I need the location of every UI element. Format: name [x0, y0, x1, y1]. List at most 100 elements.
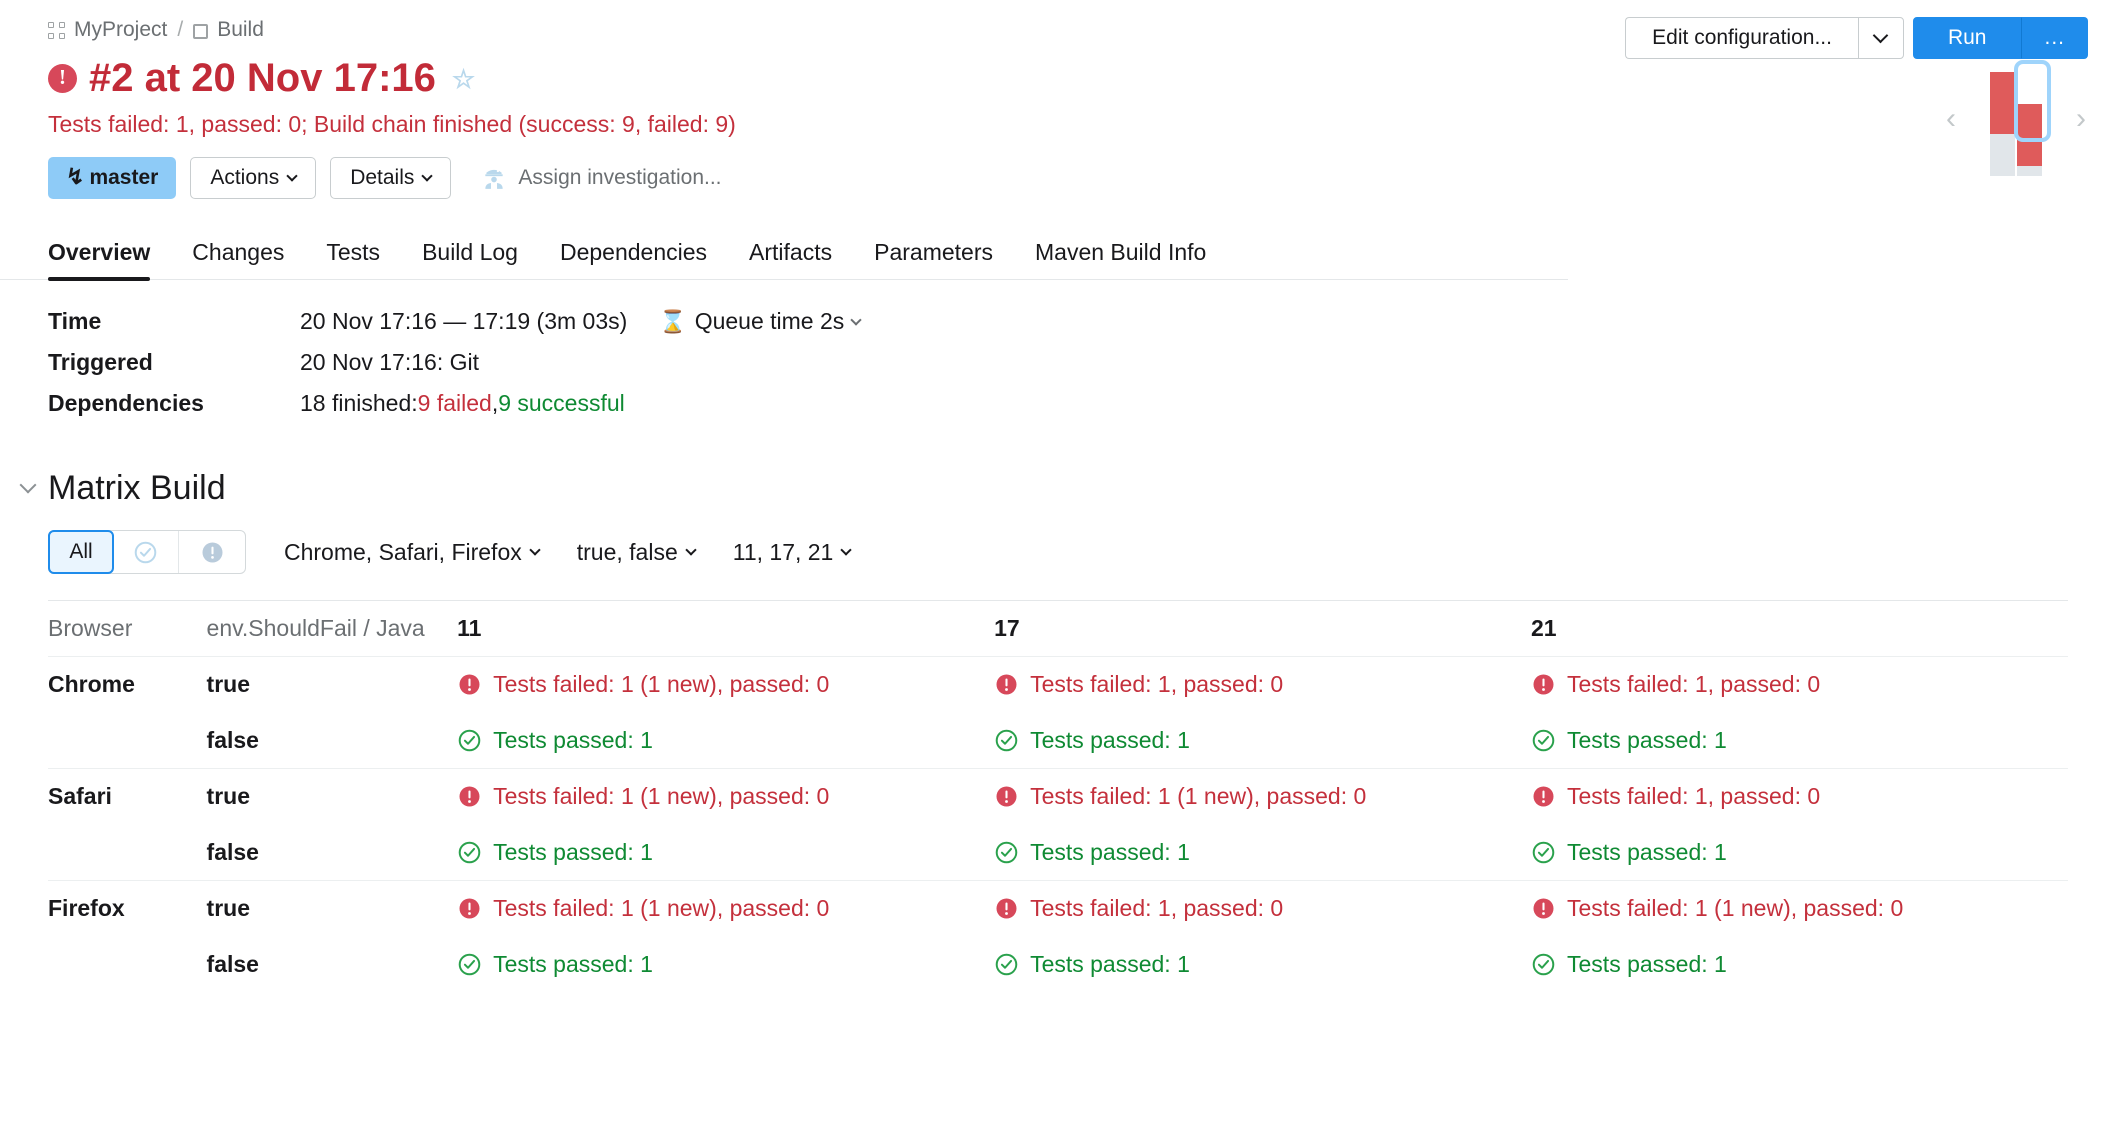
chevron-left-icon[interactable]: ‹: [1946, 104, 1956, 134]
cell-result: Tests passed: 1: [994, 825, 1531, 881]
cell-result: Tests passed: 1: [457, 713, 994, 769]
matrix-result-link[interactable]: Tests failed: 1, passed: 0: [1531, 671, 2068, 698]
matrix-result-link[interactable]: Tests passed: 1: [994, 951, 1531, 978]
dependencies-successful-link[interactable]: 9 successful: [498, 390, 625, 417]
matrix-result-text: Tests passed: 1: [1030, 839, 1190, 866]
branch-button[interactable]: ↯ master: [48, 157, 176, 199]
table-row: ChrometrueTests failed: 1 (1 new), passe…: [48, 657, 2068, 713]
filter-java[interactable]: 11, 17, 21: [733, 539, 851, 566]
chevron-right-icon[interactable]: ›: [2076, 104, 2086, 134]
matrix-result-link[interactable]: Tests passed: 1: [1531, 839, 2068, 866]
cell-shouldfail: true: [207, 881, 458, 937]
cell-result: Tests passed: 1: [1531, 937, 2068, 993]
table-row: falseTests passed: 1Tests passed: 1Tests…: [48, 713, 2068, 769]
tab-maven-build-info[interactable]: Maven Build Info: [1014, 233, 1227, 279]
cell-shouldfail: false: [207, 937, 458, 993]
matrix-build-header: Matrix Build: [22, 469, 2110, 508]
tab-parameters[interactable]: Parameters: [853, 233, 1014, 279]
sparkline-bars: [1990, 66, 2050, 176]
matrix-result-link[interactable]: Tests passed: 1: [994, 727, 1531, 754]
edit-configuration-dropdown-button[interactable]: [1858, 17, 1904, 59]
matrix-result-link[interactable]: Tests failed: 1, passed: 0: [994, 671, 1531, 698]
status-filter-all[interactable]: All: [48, 530, 114, 574]
assign-investigation-button[interactable]: Assign investigation...: [481, 165, 721, 191]
matrix-result-link[interactable]: Tests passed: 1: [1531, 727, 2068, 754]
star-icon[interactable]: ☆: [452, 65, 475, 94]
tab-dependencies[interactable]: Dependencies: [539, 233, 728, 279]
check-circle-icon: [457, 840, 482, 865]
matrix-result-text: Tests passed: 1: [1567, 951, 1727, 978]
triggered-label: Triggered: [48, 349, 300, 376]
cell-shouldfail: false: [207, 825, 458, 881]
matrix-result-link[interactable]: Tests failed: 1, passed: 0: [994, 895, 1531, 922]
check-circle-icon: [1531, 728, 1556, 753]
table-row: falseTests passed: 1Tests passed: 1Tests…: [48, 825, 2068, 881]
matrix-result-link[interactable]: Tests passed: 1: [457, 951, 994, 978]
matrix-result-link[interactable]: Tests passed: 1: [457, 727, 994, 754]
matrix-result-text: Tests passed: 1: [493, 727, 653, 754]
hourglass-icon: ⌛: [659, 309, 686, 335]
tab-overview[interactable]: Overview: [48, 233, 171, 279]
cell-result: Tests passed: 1: [457, 825, 994, 881]
info-row-triggered: Triggered 20 Nov 17:16: Git: [48, 349, 2110, 376]
cell-browser: [48, 825, 207, 881]
cell-result: Tests passed: 1: [994, 937, 1531, 993]
chevron-down-icon: [685, 544, 696, 555]
details-button[interactable]: Details: [330, 157, 451, 199]
build-tabs: OverviewChangesTestsBuild LogDependencie…: [0, 233, 1568, 280]
tab-artifacts[interactable]: Artifacts: [728, 233, 853, 279]
matrix-result-link[interactable]: Tests passed: 1: [1531, 951, 2068, 978]
status-filter-success[interactable]: [113, 531, 179, 573]
matrix-result-link[interactable]: Tests failed: 1 (1 new), passed: 0: [457, 783, 994, 810]
filter-shouldfail[interactable]: true, false: [577, 539, 695, 566]
run-button[interactable]: Run: [1913, 17, 2022, 59]
build-overview-page: MyProject / Build Edit configuration... …: [0, 0, 2110, 1128]
matrix-header-java-21: 21: [1531, 601, 2068, 657]
edit-configuration-button[interactable]: Edit configuration...: [1625, 17, 1858, 59]
actions-button[interactable]: Actions: [190, 157, 316, 199]
check-circle-icon: [994, 952, 1019, 977]
tab-tests[interactable]: Tests: [305, 233, 401, 279]
matrix-result-link[interactable]: Tests passed: 1: [457, 839, 994, 866]
chevron-down-icon: [1873, 27, 1889, 43]
breadcrumb-project-link[interactable]: MyProject: [74, 18, 167, 42]
tab-build-log[interactable]: Build Log: [401, 233, 539, 279]
cell-result: Tests passed: 1: [1531, 825, 2068, 881]
filter-shouldfail-label: true, false: [577, 539, 678, 566]
chevron-down-icon: [529, 544, 540, 555]
tab-changes[interactable]: Changes: [171, 233, 305, 279]
run-more-button[interactable]: ...: [2021, 17, 2088, 59]
status-filter-failure[interactable]: [179, 531, 245, 573]
cell-result: Tests failed: 1, passed: 0: [994, 657, 1531, 713]
check-circle-icon: [994, 840, 1019, 865]
cell-shouldfail: true: [207, 657, 458, 713]
cell-shouldfail: true: [207, 769, 458, 825]
sparkline-bar[interactable]: [1990, 72, 2015, 176]
breadcrumb-config-link[interactable]: Build: [217, 18, 264, 42]
cell-shouldfail: false: [207, 713, 458, 769]
matrix-result-link[interactable]: Tests passed: 1: [994, 839, 1531, 866]
run-group: Run ...: [1913, 17, 2088, 59]
matrix-result-link[interactable]: Tests failed: 1 (1 new), passed: 0: [457, 895, 994, 922]
sparkline-bar[interactable]: [2017, 104, 2042, 176]
matrix-result-link[interactable]: Tests failed: 1 (1 new), passed: 0: [994, 783, 1531, 810]
edit-configuration-group: Edit configuration...: [1625, 17, 1904, 59]
breadcrumb: MyProject / Build: [48, 18, 264, 42]
check-circle-icon: [994, 728, 1019, 753]
queue-time-button[interactable]: ⌛ Queue time 2s: [659, 308, 860, 335]
chevron-down-icon: [841, 544, 852, 555]
square-icon: [193, 24, 208, 39]
matrix-result-link[interactable]: Tests failed: 1 (1 new), passed: 0: [457, 671, 994, 698]
matrix-result-link[interactable]: Tests failed: 1 (1 new), passed: 0: [1531, 895, 2068, 922]
time-value-group: 20 Nov 17:16 — 17:19 (3m 03s) ⌛ Queue ti…: [300, 308, 860, 335]
matrix-table-head: Browserenv.ShouldFail / Java111721: [48, 601, 2068, 657]
chevron-down-icon[interactable]: [20, 476, 37, 493]
matrix-result-link[interactable]: Tests failed: 1, passed: 0: [1531, 783, 2068, 810]
chevron-down-icon: [851, 314, 862, 325]
assign-investigation-label: Assign investigation...: [518, 166, 721, 190]
status-filter-segmented: All: [48, 530, 246, 574]
matrix-header-shouldfail-java: env.ShouldFail / Java: [207, 601, 458, 657]
filter-browser[interactable]: Chrome, Safari, Firefox: [284, 539, 539, 566]
dependencies-failed-link[interactable]: 9 failed: [418, 390, 492, 417]
check-circle-icon: [457, 952, 482, 977]
